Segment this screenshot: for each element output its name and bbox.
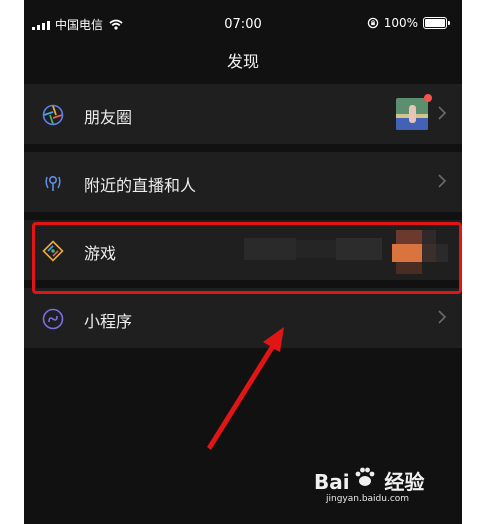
list-item-moments[interactable]: 朋友圈 [24,84,462,144]
list-item-label: 小程序 [84,312,133,331]
status-bar: 中国电信 07:00 100% [24,0,462,44]
watermark-url: jingyan.baidu.com [326,494,410,504]
list-item-nearby[interactable]: 附近的直播和人 [24,152,462,212]
battery-percent: 100% [383,16,418,30]
notification-dot [424,94,432,102]
list-item-label: 朋友圈 [84,108,133,127]
watermark-logo-text: Bai 经验 [314,470,425,494]
list-item-label: 附近的直播和人 [84,176,197,195]
orientation-lock-icon [367,17,378,29]
chevron-right-icon [438,106,447,120]
section-divider [24,144,462,152]
list-item-mini-programs[interactable]: 小程序 [24,288,462,348]
chevron-right-icon [438,174,447,188]
chevron-right-icon [438,310,447,324]
battery-tip [448,21,450,25]
annotation-highlight-box [32,222,462,294]
baidu-watermark: Bai 经验 jingyan.baidu.com [300,462,428,510]
mini-program-icon [42,308,64,330]
moments-icon [42,104,64,126]
status-right: 100% [367,16,450,30]
nearby-icon [45,176,61,191]
battery-icon [423,17,447,29]
moments-thumbnail [396,98,428,130]
page-title: 发现 [226,52,259,71]
section-divider [24,212,462,220]
